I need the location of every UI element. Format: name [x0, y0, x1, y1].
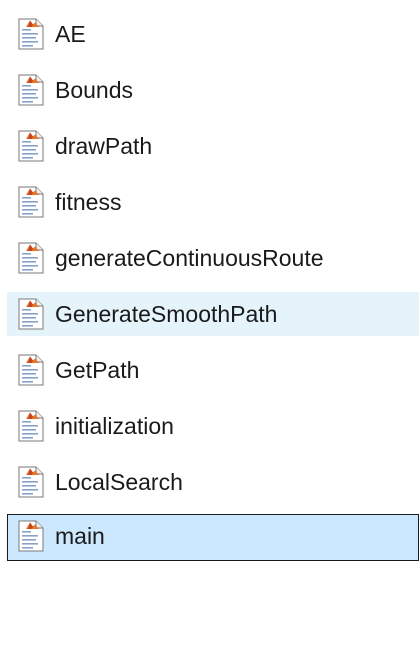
file-name: AE [55, 21, 86, 47]
file-name: initialization [55, 413, 174, 439]
file-row-main[interactable]: main [7, 514, 419, 561]
file-name: drawPath [55, 133, 153, 159]
file-row-localsearch[interactable]: LocalSearch [7, 460, 419, 504]
matlab-file-icon [18, 410, 44, 442]
matlab-file-icon [18, 18, 44, 50]
matlab-file-icon [18, 186, 44, 218]
file-name: GenerateSmoothPath [55, 301, 278, 327]
file-name: generateContinuousRoute [55, 245, 324, 271]
matlab-file-icon [18, 74, 44, 106]
matlab-file-icon [18, 130, 44, 162]
matlab-file-icon [18, 242, 44, 274]
file-name: fitness [55, 189, 122, 215]
file-row-bounds[interactable]: Bounds [7, 68, 419, 112]
file-list: AE Bounds drawPath fitness generateConti… [0, 0, 419, 657]
file-row-generatesmoothpath[interactable]: GenerateSmoothPath [7, 292, 419, 336]
file-row-generatecontinuousroute[interactable]: generateContinuousRoute [7, 236, 419, 280]
file-name: GetPath [55, 357, 140, 383]
file-name: LocalSearch [55, 469, 183, 495]
file-name: Bounds [55, 77, 134, 103]
matlab-file-icon [18, 466, 44, 498]
file-row-getpath[interactable]: GetPath [7, 348, 419, 392]
file-row-initialization[interactable]: initialization [7, 404, 419, 448]
matlab-file-icon [18, 520, 44, 552]
file-row-fitness[interactable]: fitness [7, 180, 419, 224]
file-row-drawpath[interactable]: drawPath [7, 124, 419, 168]
matlab-file-icon [18, 354, 44, 386]
file-row-ae[interactable]: AE [7, 12, 419, 56]
matlab-file-icon [18, 298, 44, 330]
file-name: main [55, 523, 105, 549]
